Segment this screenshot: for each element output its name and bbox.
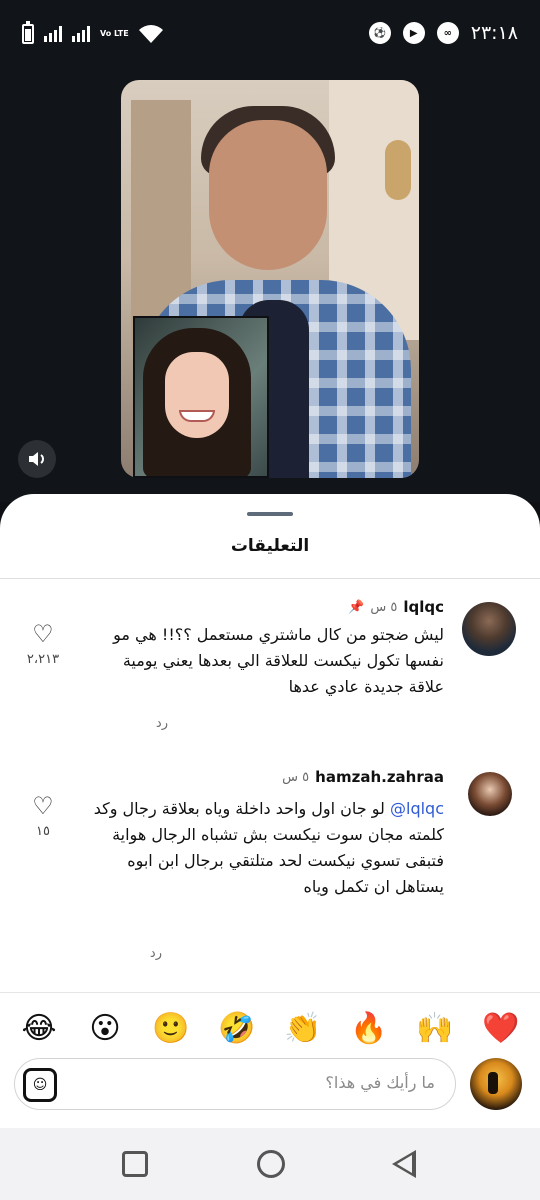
sticker-icon[interactable]: ☺: [23, 1068, 57, 1102]
drag-handle[interactable]: [247, 512, 293, 516]
app-icon: ∞: [436, 22, 459, 44]
like-count: ١٥: [36, 824, 50, 839]
battery-icon: [22, 21, 34, 44]
speaker-button[interactable]: [18, 440, 56, 478]
comment-header: ٥ س hamzah.zahraa: [282, 768, 444, 786]
status-left-icons: Vo LTE: [22, 21, 163, 44]
comment-username[interactable]: hamzah.zahraa: [315, 768, 444, 786]
comment-header: 📌 ٥ س lqlqc: [348, 598, 444, 616]
background-lamp: [385, 140, 411, 200]
heart-icon[interactable]: ♡: [24, 794, 62, 818]
navigation-bar: [0, 1128, 540, 1200]
pip-video[interactable]: [133, 316, 269, 478]
emoji-bar: ❤️ 🙌 🔥 👏 🤣 🙂 😮 😂: [0, 992, 540, 1064]
pip-face: [165, 352, 229, 438]
back-button[interactable]: [392, 1150, 416, 1178]
comment-item: 📌 ٥ س lqlqc ليش ضجتو من كال ماشتري مستعم…: [24, 598, 516, 748]
comment-input-placeholder: ما رأيك في هذا؟: [325, 1073, 435, 1092]
mention-link[interactable]: @lqlqc: [390, 799, 444, 818]
like-count: ٢،٢١٣: [26, 652, 60, 667]
avatar[interactable]: [468, 772, 512, 816]
comment-body: @lqlqc لو جان اول واحد داخلة وياه بعلاقة…: [74, 796, 444, 900]
sheet-title: التعليقات: [230, 536, 310, 556]
avatar[interactable]: [462, 602, 516, 656]
emoji-rofl-button[interactable]: 🤣: [217, 1009, 257, 1049]
comment-item: ٥ س hamzah.zahraa @lqlqc لو جان اول واحد…: [24, 768, 516, 968]
reply-button[interactable]: رد: [150, 946, 162, 961]
youtube-icon: ▶: [402, 22, 425, 44]
signal-icon: [44, 26, 62, 42]
comment-text: ليش ضجتو من كال ماشتري مستعمل ؟؟!! هي مو…: [113, 625, 444, 696]
signal-icon-2: [72, 26, 90, 42]
emoji-wow-button[interactable]: 😮: [85, 1009, 125, 1049]
comment-composer: ما رأيك في هذا؟ ☺: [0, 1058, 540, 1128]
divider: [0, 578, 540, 579]
emoji-heart-button[interactable]: ❤️: [481, 1009, 521, 1049]
emoji-clap-button[interactable]: 👏: [283, 1009, 323, 1049]
emoji-fire-button[interactable]: 🔥: [349, 1009, 389, 1049]
my-avatar: [470, 1058, 522, 1110]
emoji-joy-button[interactable]: 😂: [19, 1009, 59, 1049]
status-bar: Vo LTE ⚽ ▶ ∞ ٢٣:١٨: [0, 0, 540, 72]
reply-button[interactable]: رد: [156, 716, 168, 731]
pin-icon: 📌: [348, 599, 365, 615]
recents-button[interactable]: [122, 1151, 148, 1177]
like-column: ♡ ١٥: [24, 794, 62, 839]
comment-username[interactable]: lqlqc: [403, 598, 444, 616]
comment-input[interactable]: ما رأيك في هذا؟ ☺: [14, 1058, 456, 1110]
heart-icon[interactable]: ♡: [24, 622, 62, 646]
speaker-icon: [29, 452, 44, 466]
volte-icon: Vo LTE: [100, 29, 129, 38]
comment-time: ٥ س: [370, 599, 398, 615]
emoji-raised-hands-button[interactable]: 🙌: [415, 1009, 455, 1049]
soccer-icon: ⚽: [368, 22, 391, 44]
video-area: [0, 72, 540, 502]
emoji-smile-button[interactable]: 🙂: [151, 1009, 191, 1049]
comment-time: ٥ س: [282, 769, 310, 785]
status-right: ⚽ ▶ ∞ ٢٣:١٨: [368, 22, 518, 44]
wifi-icon: [138, 25, 163, 43]
status-time: ٢٣:١٨: [470, 22, 518, 44]
like-column: ♡ ٢،٢١٣: [24, 622, 62, 667]
person-head: [209, 120, 327, 270]
home-button[interactable]: [257, 1150, 285, 1178]
